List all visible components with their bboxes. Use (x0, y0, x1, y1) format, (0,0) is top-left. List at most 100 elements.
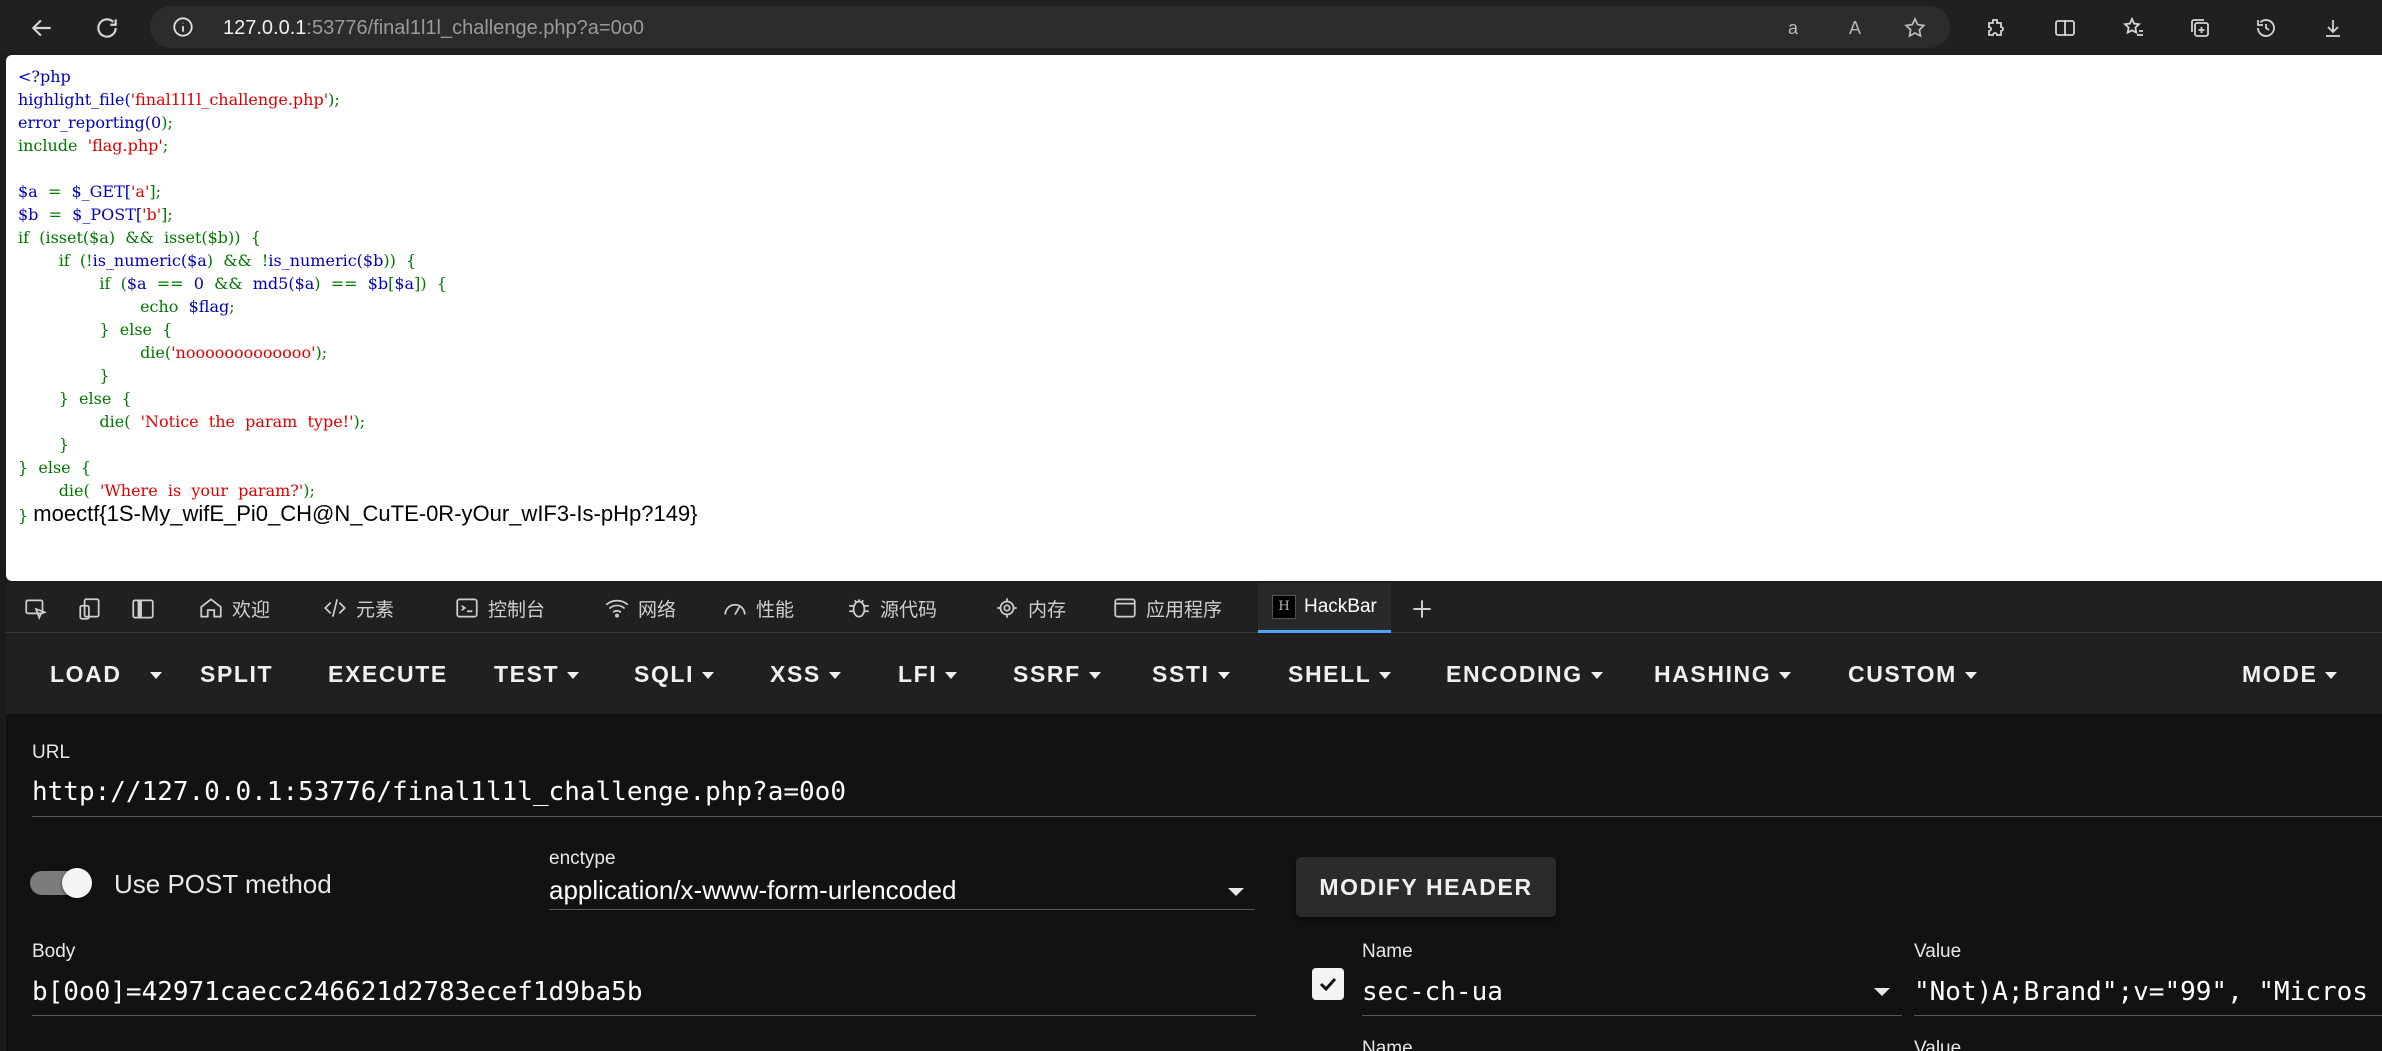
code-token: 'final1l1l_challenge.php' (130, 90, 329, 109)
tab-memory[interactable]: 内存 (994, 583, 1066, 633)
code-token: if (99, 274, 111, 293)
code-token: 0 (151, 113, 162, 132)
xss-menu[interactable]: XSS (770, 634, 841, 714)
code-token: { (250, 228, 261, 247)
tab-application[interactable]: 应用程序 (1112, 583, 1222, 633)
split-button[interactable]: SPLIT (200, 634, 273, 714)
chevron-down-icon (1964, 671, 1977, 679)
code-token: ]; (161, 205, 173, 224)
toggle-sidebar-icon[interactable] (129, 595, 157, 623)
lfi-menu[interactable]: LFI (898, 634, 958, 714)
body-input[interactable]: b[0o0]=42971caecc246621d2783ecef1d9ba5b (32, 977, 642, 1007)
menu-label: LOAD (50, 660, 122, 687)
refresh-icon[interactable] (87, 8, 127, 48)
address-url[interactable]: 127.0.0.1:53776/final1l1l_challenge.php?… (223, 17, 644, 40)
history-icon[interactable] (2246, 8, 2286, 48)
load-dropdown-toggle[interactable] (150, 634, 162, 714)
header-value-input[interactable]: "Not)A;Brand";v="99", "Micros (1914, 977, 2382, 1007)
browser-toolbar: 127.0.0.1:53776/final1l1l_challenge.php?… (0, 0, 2382, 55)
menu-label: SSRF (1013, 660, 1081, 687)
code-token: == (156, 274, 184, 293)
collections-icon[interactable] (2180, 8, 2220, 48)
shell-menu[interactable]: SHELL (1288, 634, 1392, 714)
url-input-underline (32, 816, 2382, 817)
mode-menu[interactable]: MODE (2242, 634, 2338, 714)
url-field-label: URL (32, 742, 71, 763)
encoding-menu[interactable]: ENCODING (1446, 634, 1603, 714)
code-token: } else { (18, 458, 91, 477)
tab-elements[interactable]: 元素 (322, 583, 394, 633)
tab-network[interactable]: 网络 (604, 583, 676, 633)
tab-label: 控制台 (488, 599, 546, 621)
ssti-menu[interactable]: SSTI (1152, 634, 1230, 714)
downloads-icon[interactable] (2313, 8, 2353, 48)
code-token: && (223, 251, 252, 270)
url-input[interactable]: http://127.0.0.1:53776/final1l1l_challen… (32, 777, 846, 807)
body-input-underline (32, 1015, 1256, 1016)
site-info-icon[interactable] (172, 16, 194, 38)
menu-label: ENCODING (1446, 660, 1583, 687)
ssrf-menu[interactable]: SSRF (1013, 634, 1101, 714)
tab-console[interactable]: 控制台 (454, 583, 545, 633)
code-token: die( (99, 412, 131, 431)
chevron-down-icon[interactable] (1874, 988, 1890, 996)
console-icon (456, 598, 478, 618)
favorite-star-icon[interactable] (1902, 15, 1928, 41)
execute-button[interactable]: EXECUTE (328, 634, 448, 714)
code-token: $flag (188, 297, 230, 316)
chevron-down-icon[interactable] (1228, 888, 1244, 896)
code-brackets-icon (324, 599, 346, 617)
header-name-underline (1362, 1015, 1902, 1016)
favorites-icon[interactable] (2114, 8, 2154, 48)
custom-menu[interactable]: CUSTOM (1848, 634, 1977, 714)
extensions-icon[interactable] (1976, 8, 2016, 48)
device-emulation-icon[interactable] (76, 595, 104, 623)
code-token: is_numeric( (92, 251, 188, 270)
load-button[interactable]: LOAD (50, 634, 122, 714)
page-content: <?php highlight_file('final1l1l_challeng… (6, 55, 2382, 581)
code-token: md5( (252, 274, 295, 293)
inspect-element-icon[interactable] (22, 595, 50, 623)
code-token: 'a' (131, 182, 150, 201)
chevron-down-icon (945, 671, 958, 679)
tab-label: 源代码 (880, 599, 938, 621)
modify-header-button[interactable]: MODIFY HEADER (1296, 857, 1556, 917)
post-method-toggle-knob[interactable] (62, 868, 92, 898)
enctype-underline (549, 909, 1255, 910)
enctype-label: enctype (549, 848, 616, 869)
code-token: ; (162, 136, 169, 155)
code-token: die( (58, 481, 90, 500)
split-screen-icon[interactable] (2045, 8, 2085, 48)
tab-hackbar[interactable]: H HackBar (1258, 583, 1391, 633)
header-name-label: Name (1362, 1038, 1413, 1051)
header-name-label: Name (1362, 941, 1413, 962)
header-enable-checkbox[interactable] (1312, 968, 1344, 1000)
code-token: $b (362, 251, 384, 270)
tab-label: 欢迎 (232, 599, 271, 621)
immersive-reader-icon[interactable]: A (1842, 15, 1868, 41)
tab-performance[interactable]: 性能 (722, 583, 794, 633)
chevron-down-icon (1379, 671, 1392, 679)
header-name-input[interactable]: sec-ch-ua (1362, 977, 1503, 1007)
chevron-down-icon (702, 671, 715, 679)
read-aloud-translate-icon[interactable]: a (1780, 15, 1806, 41)
enctype-select[interactable]: application/x-www-form-urlencoded (549, 875, 957, 906)
hashing-menu[interactable]: HASHING (1654, 634, 1792, 714)
back-arrow-icon[interactable] (22, 8, 62, 48)
code-token: $_GET[ (71, 182, 132, 201)
sqli-menu[interactable]: SQLI (634, 634, 715, 714)
tab-welcome[interactable]: 欢迎 (198, 583, 270, 633)
header-value-underline (1914, 1015, 2382, 1016)
menu-label: TEST (494, 660, 560, 687)
url-path: :53776/final1l1l_challenge.php?a=0o0 (306, 17, 644, 39)
chevron-down-icon (2325, 671, 2338, 679)
add-tab-plus-icon[interactable] (1408, 595, 1436, 623)
address-bar[interactable]: 127.0.0.1:53776/final1l1l_challenge.php?… (150, 6, 1950, 48)
code-token: if (18, 228, 30, 247)
test-menu[interactable]: TEST (494, 634, 580, 714)
code-token: $a (18, 182, 38, 201)
code-token: include (18, 136, 78, 155)
menu-label: SPLIT (200, 660, 274, 687)
chevron-down-icon (1088, 671, 1101, 679)
tab-sources[interactable]: 源代码 (846, 583, 937, 633)
